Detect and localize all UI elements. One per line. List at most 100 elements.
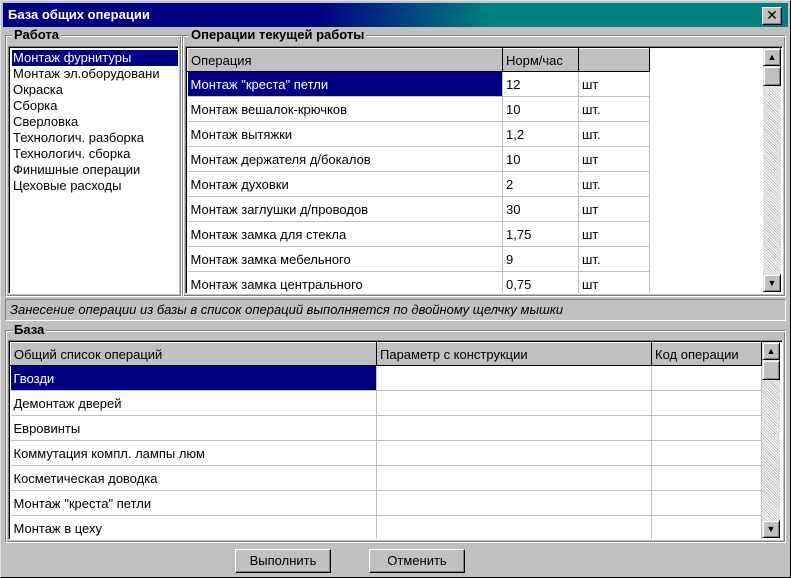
- scroll-up-icon[interactable]: ▲: [763, 48, 781, 66]
- work-list-item[interactable]: Технологич. сборка: [12, 146, 178, 162]
- table-cell[interactable]: [651, 390, 762, 416]
- table-cell[interactable]: 10: [502, 96, 579, 122]
- table-cell[interactable]: [651, 490, 762, 516]
- table-row[interactable]: Монтаж держателя д/бокалов 10 шт: [187, 146, 650, 172]
- table-cell[interactable]: [376, 440, 652, 466]
- current-ops-grid[interactable]: Операция Норм/час Монтаж "креста" петли 12…: [185, 46, 783, 294]
- table-cell[interactable]: Монтаж замка для стекла: [187, 221, 503, 247]
- table-row[interactable]: Монтаж замка для стекла 1,75 шт: [187, 221, 650, 247]
- table-row[interactable]: Монтаж в цеху: [10, 515, 762, 539]
- table-cell[interactable]: шт: [578, 221, 650, 247]
- ops-column-header[interactable]: Операция: [187, 48, 503, 72]
- work-list-item[interactable]: Финишные операции: [12, 162, 178, 178]
- table-cell[interactable]: Косметическая доводка: [10, 465, 377, 491]
- base-grid[interactable]: Общий список операций Параметр с конструк…: [8, 340, 783, 540]
- table-cell[interactable]: [376, 415, 652, 441]
- table-row[interactable]: Монтаж "креста" петли 12 шт: [187, 71, 650, 97]
- table-cell[interactable]: 0,75: [502, 271, 579, 293]
- table-row[interactable]: Монтаж духовки 2 шт.: [187, 171, 650, 197]
- scroll-down-icon[interactable]: ▼: [763, 274, 781, 292]
- table-cell[interactable]: Монтаж вешалок-крючков: [187, 96, 503, 122]
- work-list-item[interactable]: Окраска: [12, 82, 178, 98]
- table-cell[interactable]: Коммутация компл. лампы люм: [10, 440, 377, 466]
- table-cell[interactable]: шт: [578, 71, 650, 97]
- table-cell[interactable]: Монтаж духовки: [187, 171, 503, 197]
- table-cell[interactable]: [651, 365, 762, 391]
- work-list[interactable]: Монтаж фурнитуры Монтаж эл.оборудовани Окр…: [8, 46, 179, 294]
- table-cell[interactable]: [376, 365, 652, 391]
- table-cell[interactable]: Евровинты: [10, 415, 377, 441]
- table-cell[interactable]: [651, 415, 762, 441]
- scroll-down-icon[interactable]: ▼: [762, 520, 780, 538]
- execute-button[interactable]: Выполнить: [235, 549, 331, 573]
- table-cell[interactable]: Монтаж замка мебельного: [187, 246, 503, 272]
- base-column-header[interactable]: Общий список операций: [10, 342, 377, 366]
- table-row[interactable]: Монтаж заглушки д/проводов 30 шт: [187, 196, 650, 222]
- table-row[interactable]: Косметическая доводка: [10, 465, 762, 491]
- work-list-item[interactable]: Монтаж эл.оборудовани: [12, 66, 178, 82]
- table-cell[interactable]: 30: [502, 196, 579, 222]
- table-cell[interactable]: [651, 515, 762, 539]
- table-row[interactable]: Монтаж замка центрального 0,75 шт: [187, 271, 650, 293]
- ops-column-header[interactable]: Норм/час: [502, 48, 579, 72]
- base-column-header[interactable]: Параметр с конструкции: [376, 342, 652, 366]
- table-row[interactable]: Гвозди: [10, 365, 762, 391]
- scroll-thumb[interactable]: [762, 360, 780, 380]
- table-cell[interactable]: 9: [502, 246, 579, 272]
- table-cell[interactable]: Монтаж заглушки д/проводов: [187, 196, 503, 222]
- ops-column-header[interactable]: [578, 48, 650, 72]
- window-title: База общих операции: [8, 7, 150, 22]
- table-cell[interactable]: [651, 465, 762, 491]
- table-cell[interactable]: 10: [502, 146, 579, 172]
- close-button[interactable]: ✕: [762, 7, 782, 25]
- table-cell[interactable]: шт: [578, 271, 650, 293]
- base-scrollbar[interactable]: ▲ ▼: [762, 342, 780, 538]
- table-row[interactable]: Монтаж замка мебельного 9 шт.: [187, 246, 650, 272]
- table-cell[interactable]: 2: [502, 171, 579, 197]
- table-cell[interactable]: [651, 440, 762, 466]
- table-row[interactable]: Евровинты: [10, 415, 762, 441]
- table-cell[interactable]: шт: [578, 146, 650, 172]
- table-cell[interactable]: шт.: [578, 171, 650, 197]
- base-column-header[interactable]: Код операции: [651, 342, 762, 366]
- table-cell[interactable]: [376, 515, 652, 539]
- title-bar: База общих операции ✕: [3, 3, 788, 27]
- table-cell[interactable]: Монтаж "креста" петли: [187, 71, 503, 97]
- table-cell[interactable]: шт.: [578, 121, 650, 147]
- table-cell[interactable]: шт.: [578, 246, 650, 272]
- table-row[interactable]: Монтаж вешалок-крючков 10 шт.: [187, 96, 650, 122]
- work-list-item[interactable]: Сверловка: [12, 114, 178, 130]
- hint-text: Занесение операции из базы в список опер…: [10, 302, 564, 317]
- table-cell[interactable]: Монтаж в цеху: [10, 515, 377, 539]
- scroll-up-icon[interactable]: ▲: [762, 342, 780, 360]
- table-cell[interactable]: Гвозди: [10, 365, 377, 391]
- table-cell[interactable]: 12: [502, 71, 579, 97]
- main-window: База общих операции ✕ Работа Монтаж фурн…: [0, 0, 791, 578]
- table-cell[interactable]: Демонтаж дверей: [10, 390, 377, 416]
- table-row[interactable]: Монтаж "креста" петли: [10, 490, 762, 516]
- table-cell[interactable]: Монтаж держателя д/бокалов: [187, 146, 503, 172]
- table-cell[interactable]: 1,2: [502, 121, 579, 147]
- table-cell[interactable]: Монтаж замка центрального: [187, 271, 503, 293]
- table-cell[interactable]: Монтаж вытяжки: [187, 121, 503, 147]
- current-ops-title: Операции текущей работы: [189, 27, 367, 42]
- cancel-button[interactable]: Отменить: [369, 549, 465, 573]
- table-row[interactable]: Монтаж вытяжки 1,2 шт.: [187, 121, 650, 147]
- work-list-item[interactable]: Монтаж фурнитуры: [12, 50, 178, 66]
- work-list-item[interactable]: Сборка: [12, 98, 178, 114]
- table-cell[interactable]: шт: [578, 196, 650, 222]
- table-cell[interactable]: [376, 390, 652, 416]
- scroll-thumb[interactable]: [763, 66, 781, 86]
- work-list-item[interactable]: Технологич. разборка: [12, 130, 178, 146]
- table-cell[interactable]: [376, 490, 652, 516]
- table-cell[interactable]: Монтаж "креста" петли: [10, 490, 377, 516]
- table-cell[interactable]: 1,75: [502, 221, 579, 247]
- table-cell[interactable]: шт.: [578, 96, 650, 122]
- current-ops-scrollbar[interactable]: ▲ ▼: [763, 48, 781, 292]
- hint-bar: Занесение операции из базы в список опер…: [5, 299, 786, 321]
- table-cell[interactable]: [376, 465, 652, 491]
- table-row[interactable]: Коммутация компл. лампы люм: [10, 440, 762, 466]
- table-row[interactable]: Демонтаж дверей: [10, 390, 762, 416]
- base-table: Общий список операций Параметр с конструк…: [10, 342, 762, 539]
- work-list-item[interactable]: Цеховые расходы: [12, 178, 178, 194]
